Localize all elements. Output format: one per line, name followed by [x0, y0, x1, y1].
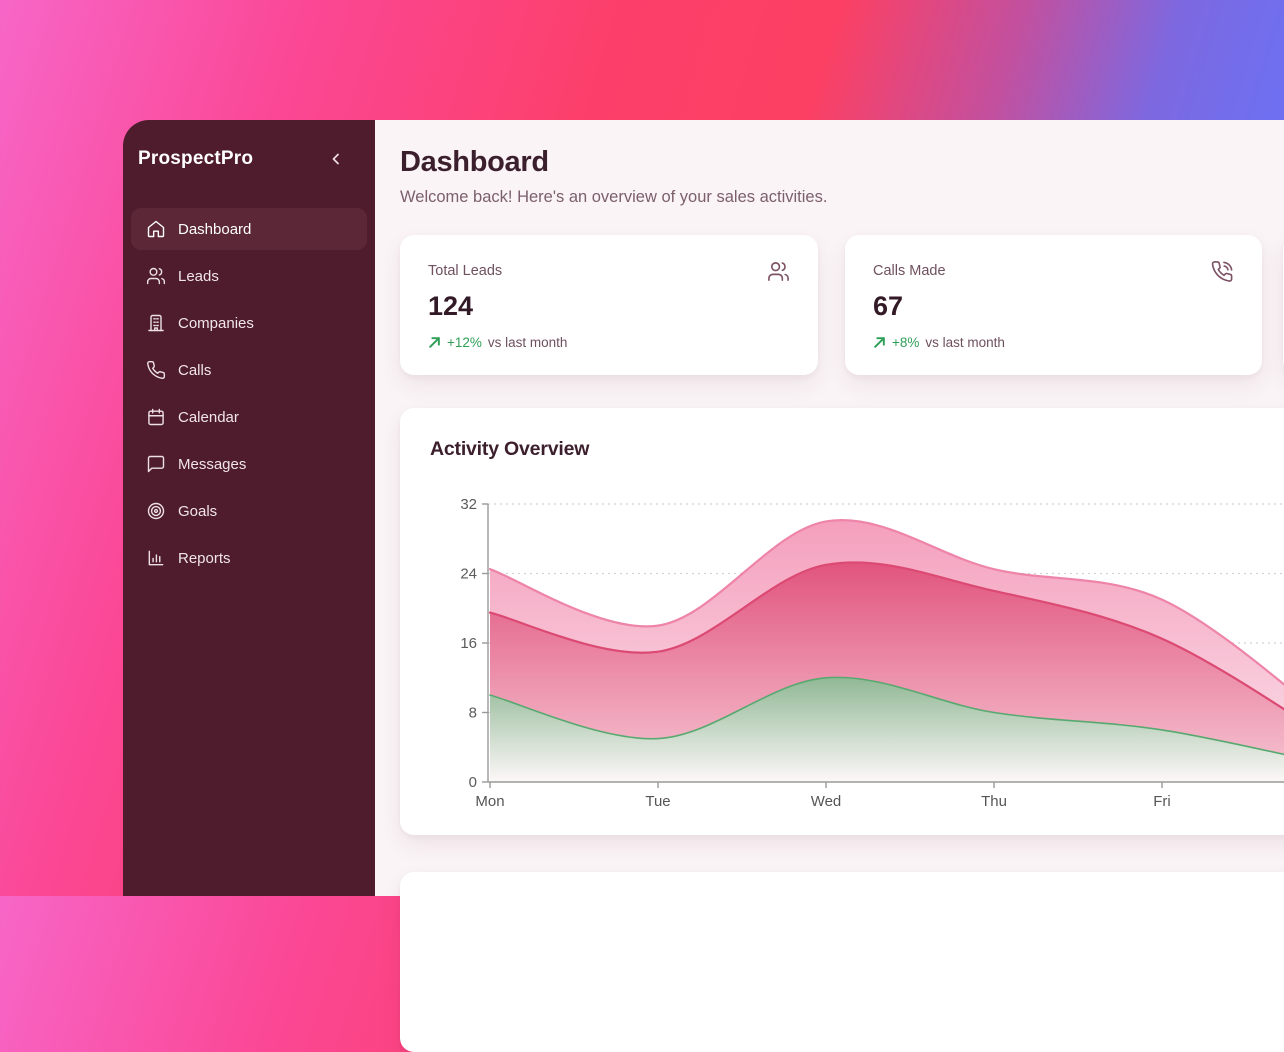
page-title: Dashboard [400, 146, 549, 179]
chevron-left-icon [329, 152, 343, 166]
trend-suffix: vs last month [488, 335, 568, 350]
sidebar-nav: Dashboard Leads Companies Calls Calendar [123, 208, 375, 579]
main-content: Dashboard Welcome back! Here's an overvi… [375, 120, 1284, 896]
sidebar-header: ProspectPro [123, 120, 375, 170]
svg-text:Mon: Mon [475, 793, 504, 810]
sidebar-item-leads[interactable]: Leads [131, 255, 367, 297]
sidebar-item-label: Calendar [178, 409, 239, 426]
chart-title: Activity Overview [430, 438, 589, 461]
users-icon [767, 260, 790, 283]
stat-label: Calls Made [873, 260, 946, 279]
calendar-icon [146, 407, 166, 427]
message-icon [146, 454, 166, 474]
svg-text:Wed: Wed [811, 793, 842, 810]
phone-call-icon [1211, 260, 1234, 283]
phone-icon [146, 360, 166, 380]
users-icon [146, 266, 166, 286]
sidebar-item-label: Dashboard [178, 221, 251, 238]
trend-suffix: vs last month [925, 335, 1005, 350]
sidebar-item-label: Reports [178, 550, 231, 567]
svg-text:8: 8 [469, 705, 477, 722]
stat-card-total-leads: Total Leads 124 +12% vs last month [400, 235, 818, 375]
svg-text:Thu: Thu [981, 793, 1007, 810]
svg-text:24: 24 [460, 566, 477, 583]
bar-chart-icon [146, 548, 166, 568]
target-icon [146, 501, 166, 521]
sidebar-item-dashboard[interactable]: Dashboard [131, 208, 367, 250]
svg-text:Fri: Fri [1153, 793, 1171, 810]
sidebar-item-label: Companies [178, 315, 254, 332]
trend-up-icon [428, 336, 441, 349]
sidebar-item-calls[interactable]: Calls [131, 349, 367, 391]
collapse-sidebar-button[interactable] [327, 150, 345, 168]
page-subtitle: Welcome back! Here's an overview of your… [400, 188, 827, 207]
sidebar-item-companies[interactable]: Companies [131, 302, 367, 344]
trend-percent: +12% [447, 335, 482, 350]
sidebar-item-reports[interactable]: Reports [131, 537, 367, 579]
sidebar: ProspectPro Dashboard Leads Companies [123, 120, 375, 896]
bottom-card-partial [400, 872, 1284, 1052]
sidebar-item-label: Leads [178, 268, 219, 285]
building-icon [146, 313, 166, 333]
svg-text:32: 32 [460, 496, 477, 513]
sidebar-item-goals[interactable]: Goals [131, 490, 367, 532]
brand-logo: ProspectPro [138, 148, 253, 170]
sidebar-item-label: Messages [178, 456, 246, 473]
sidebar-item-messages[interactable]: Messages [131, 443, 367, 485]
activity-chart: 0 8 16 24 32 Mon Tue Wed Thu Fri [400, 470, 1284, 820]
svg-text:16: 16 [460, 635, 477, 652]
svg-text:Tue: Tue [645, 793, 670, 810]
sidebar-item-label: Goals [178, 503, 217, 520]
svg-text:0: 0 [469, 774, 477, 791]
stat-value: 124 [428, 291, 790, 322]
trend-up-icon [873, 336, 886, 349]
sidebar-item-label: Calls [178, 362, 211, 379]
home-icon [146, 219, 166, 239]
trend-percent: +8% [892, 335, 919, 350]
stat-card-calls-made: Calls Made 67 +8% vs last month [845, 235, 1262, 375]
activity-overview-card: Activity Overview 0 8 16 24 32 Mon Tue Wed Thu Fr… [400, 408, 1284, 835]
stat-value: 67 [873, 291, 1234, 322]
sidebar-item-calendar[interactable]: Calendar [131, 396, 367, 438]
stat-label: Total Leads [428, 260, 502, 279]
